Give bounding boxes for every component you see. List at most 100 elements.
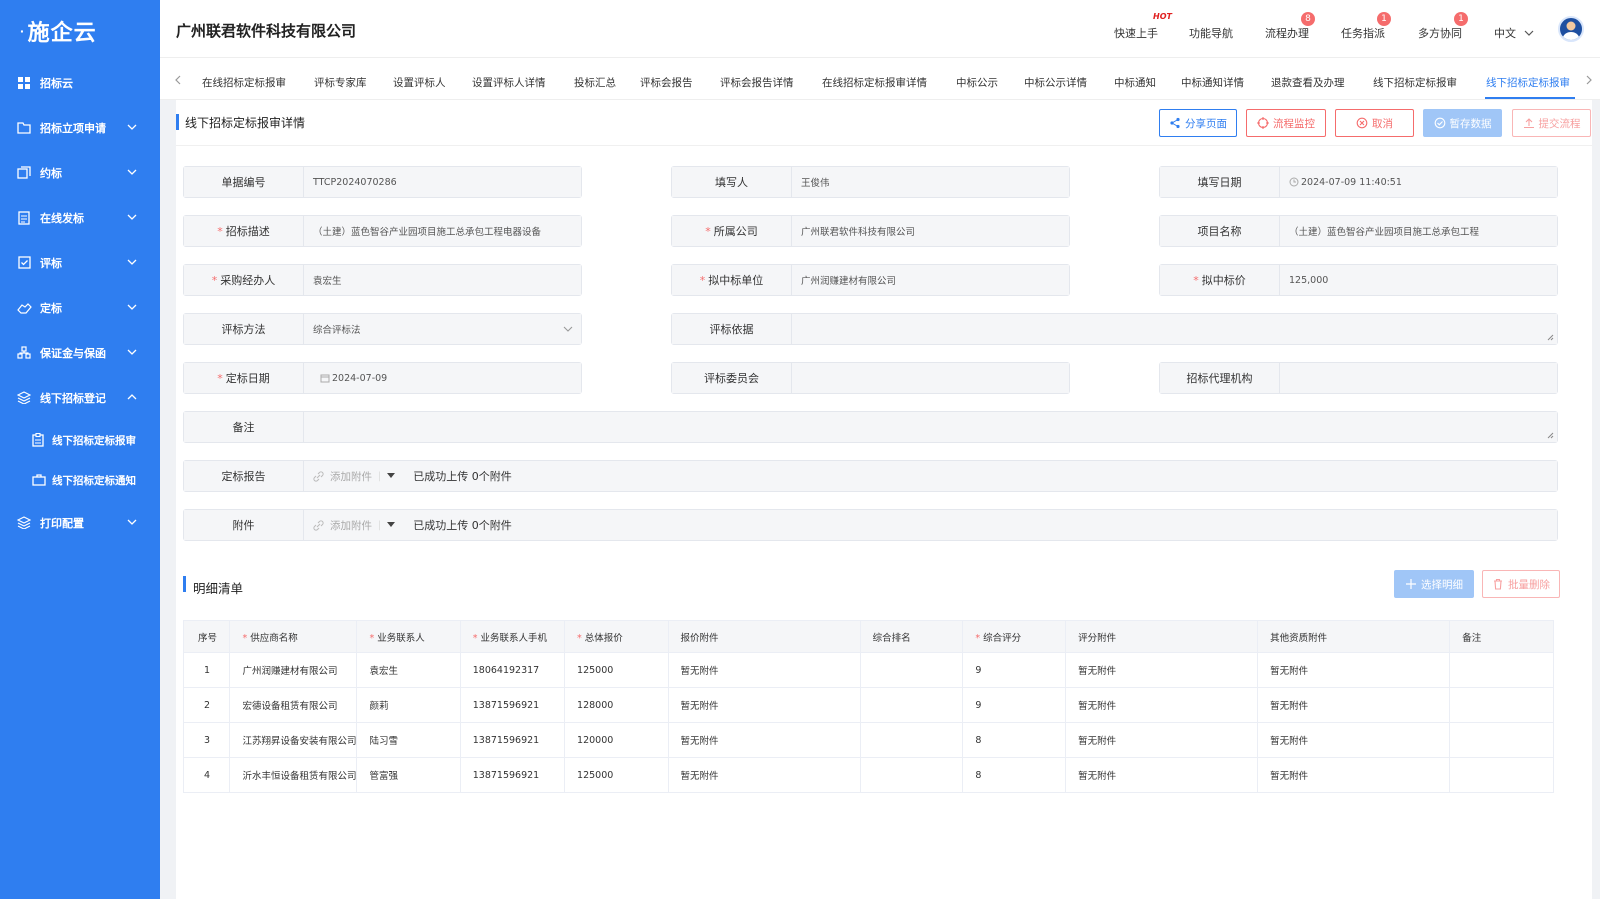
tab-online-review[interactable]: 在线招标定标报审 <box>202 75 286 90</box>
table-row[interactable]: 3 江苏翔昇设备安装有限公司 陆习雪 13871596921 120000 暂无附件 8 暂无… <box>182 722 1554 758</box>
field-label: 填写日期 <box>1160 167 1280 197</box>
nav-collaboration[interactable]: 多方协同 1 <box>1418 12 1468 41</box>
agency-input[interactable] <box>1280 363 1557 393</box>
field-label: 评标委员会 <box>672 363 792 393</box>
tab-award-notice[interactable]: 中标通知 <box>1114 75 1156 90</box>
sidebar-item-deposit[interactable]: 保证金与保函 <box>0 330 160 375</box>
tab-bid-summary[interactable]: 投标汇总 <box>574 75 616 90</box>
submit-button[interactable]: 提交流程 <box>1512 109 1591 137</box>
sidebar-item-pingbiao[interactable]: 评标 <box>0 240 160 285</box>
tab-award-publicity-detail[interactable]: 中标公示详情 <box>1024 75 1087 90</box>
nav-label: 功能导航 <box>1189 27 1233 40</box>
batch-delete-button[interactable]: 批量删除 <box>1482 570 1560 598</box>
save-draft-button[interactable]: 暂存数据 <box>1423 109 1502 137</box>
nav-process[interactable]: 流程办理 8 <box>1265 12 1315 41</box>
field-doc-no: 单据编号 TTCP2024070286 <box>183 166 582 198</box>
sidebar-item-project[interactable]: 招标立项申请 <box>0 105 160 150</box>
sidebar-subitem-offline-notice[interactable]: 线下招标定标通知 <box>0 460 160 500</box>
required-mark: * <box>211 273 218 287</box>
sidebar-item-yuebiao[interactable]: 约标 <box>0 150 160 195</box>
cell-rank <box>859 652 964 688</box>
chevron-right-icon[interactable] <box>1585 75 1593 85</box>
resize-handle-icon[interactable] <box>1547 432 1554 439</box>
committee-input[interactable] <box>792 363 1069 393</box>
nav-task-assign[interactable]: 任务指派 1 <box>1341 12 1391 41</box>
add-attachment-button[interactable]: 添加附件 <box>313 469 372 484</box>
sidebar-item-offline[interactable]: 线下招标登记 <box>0 375 160 420</box>
separator: | <box>378 519 382 531</box>
chevron-down-icon <box>127 169 137 175</box>
tab-refund[interactable]: 退款查看及办理 <box>1271 75 1345 90</box>
tab-offline-review-detail[interactable]: 线下招标定标报审 <box>1486 75 1578 90</box>
required-mark: * <box>217 224 223 238</box>
field-label: 备注 <box>184 412 304 442</box>
monitor-button[interactable]: 流程监控 <box>1246 109 1326 137</box>
chevron-down-icon <box>1524 30 1534 36</box>
select-detail-button[interactable]: 选择明细 <box>1394 570 1474 598</box>
chevron-left-icon[interactable] <box>174 75 182 85</box>
avatar[interactable] <box>1558 16 1584 42</box>
share-button[interactable]: 分享页面 <box>1159 109 1237 137</box>
button-label: 提交流程 <box>1538 117 1581 130</box>
dropdown-icon[interactable] <box>387 522 396 528</box>
sidebar-subitem-offline-review[interactable]: 线下招标定标报审 <box>0 420 160 460</box>
tab-offline-review[interactable]: 线下招标定标报审 <box>1373 75 1457 90</box>
tab-online-review-detail[interactable]: 在线招标定标报审详情 <box>822 75 927 90</box>
description-input[interactable]: （土建）蓝色智谷产业园项目施工总承包工程电器设备 <box>304 216 581 246</box>
table-row[interactable]: 4 沂水丰恒设备租赁有限公司 管富强 13871596921 125000 暂无附件 8 暂无… <box>182 757 1554 793</box>
chevron-down-icon <box>127 259 137 265</box>
tab-eval-report[interactable]: 评标会报告 <box>640 75 693 90</box>
table-row[interactable]: 2 宏德设备租赁有限公司 颜莉 13871596921 128000 暂无附件 9 暂无附件暂… <box>182 687 1554 723</box>
resize-handle-icon[interactable] <box>1547 334 1554 341</box>
nav-label: 任务指派 <box>1341 27 1385 40</box>
count-badge: 1 <box>1454 12 1468 26</box>
col-other-attach: 其他资质附件 <box>1257 620 1451 653</box>
date-picker[interactable]: 2024-07-09 <box>304 363 581 393</box>
buyer-input[interactable]: 袁宏生 <box>304 265 581 295</box>
language-select[interactable]: 中文 <box>1494 25 1534 41</box>
table-row[interactable]: 1 广州润赚建材有限公司 袁宏生 18064192317 125000 暂无附件 9 暂无附件… <box>182 652 1554 688</box>
folder-icon <box>16 120 32 136</box>
attachment-upload: 添加附件 | 已成功上传 0个附件 <box>304 510 1557 540</box>
tab-eval-report-detail[interactable]: 评标会报告详情 <box>720 75 794 90</box>
price-input[interactable]: 125,000 <box>1280 265 1557 295</box>
required-mark: * <box>705 224 711 238</box>
project-input[interactable]: （土建）蓝色智谷产业园项目施工总承包工程 <box>1280 216 1557 246</box>
sidebar-item-dingbiao[interactable]: 定标 <box>0 285 160 330</box>
tab-set-evaluator[interactable]: 设置评标人 <box>393 75 446 90</box>
chevron-down-icon <box>127 124 137 130</box>
sidebar-item-print[interactable]: 打印配置 <box>0 500 160 545</box>
winner-input[interactable]: 广州润赚建材有限公司 <box>792 265 1069 295</box>
sidebar-item-online[interactable]: 在线发标 <box>0 195 160 240</box>
nav-quick-start[interactable]: 快速上手 HOT <box>1114 12 1172 41</box>
cell-other-attach: 暂无附件 <box>1257 687 1451 723</box>
dropdown-icon[interactable] <box>387 473 396 479</box>
tab-expert-library[interactable]: 评标专家库 <box>314 75 367 90</box>
cell-other-attach: 暂无附件 <box>1257 652 1451 688</box>
method-value: 综合评标法 <box>313 325 361 336</box>
cancel-button[interactable]: 取消 <box>1335 109 1414 137</box>
fill-date-value: 2024-07-09 11:40:51 <box>1301 176 1402 188</box>
cell-phone: 18064192317 <box>459 652 566 688</box>
cell-contact: 陆习雪 <box>356 722 461 758</box>
tab-set-evaluator-detail[interactable]: 设置评标人详情 <box>472 75 546 90</box>
tab-award-notice-detail[interactable]: 中标通知详情 <box>1181 75 1244 90</box>
method-select[interactable]: 综合评标法 <box>304 314 581 344</box>
fill-date-input[interactable]: 2024-07-09 11:40:51 <box>1280 167 1557 197</box>
cell-remark <box>1449 757 1554 793</box>
nav-function-guide[interactable]: 功能导航 <box>1189 25 1233 41</box>
basis-textarea[interactable] <box>792 314 1557 344</box>
date-value: 2024-07-09 <box>332 372 388 384</box>
chevron-down-icon <box>127 304 137 310</box>
doc-no-input[interactable]: TTCP2024070286 <box>304 167 581 197</box>
app-logo[interactable]: · 施企云 <box>0 0 160 62</box>
sidebar-subitem-label: 线下招标定标通知 <box>52 474 136 487</box>
company-input[interactable]: 广州联君软件科技有限公司 <box>792 216 1069 246</box>
close-circle-icon <box>1356 117 1368 129</box>
sidebar-item-zbyun[interactable]: 招标云 <box>0 60 160 105</box>
add-attachment-button[interactable]: 添加附件 <box>313 518 372 533</box>
writer-input[interactable]: 王俊伟 <box>792 167 1069 197</box>
tab-award-publicity[interactable]: 中标公示 <box>956 75 998 90</box>
remark-textarea[interactable] <box>304 412 1557 442</box>
document-icon <box>16 210 32 226</box>
